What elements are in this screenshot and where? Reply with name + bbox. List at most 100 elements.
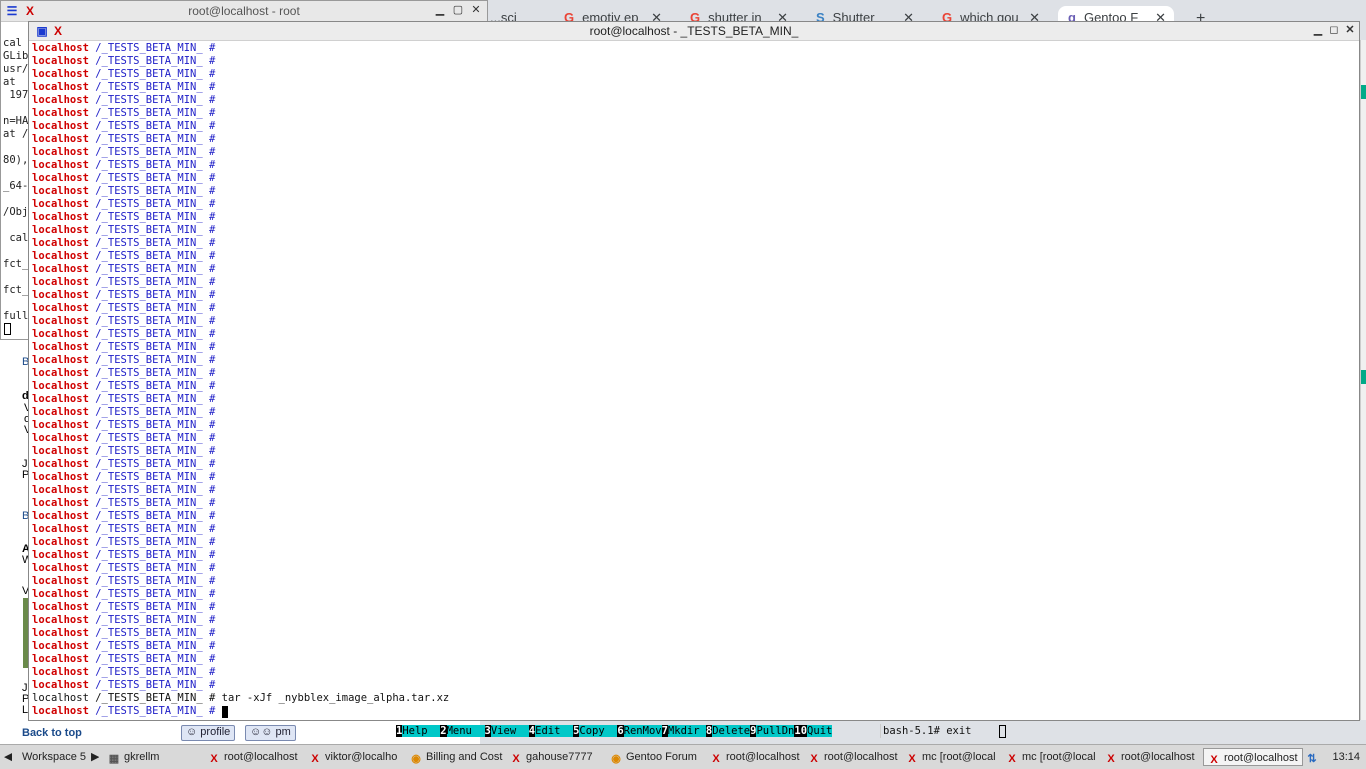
maximize-button[interactable]: ◻ [1327, 24, 1341, 37]
prompt-path: /_TESTS_BETA_MIN_ [88, 198, 210, 210]
clock[interactable]: 13:14 [1332, 748, 1360, 766]
prompt-line: localhost /_TESTS_BETA_MIN_ # [32, 250, 1353, 263]
maximize-button[interactable]: ▢ [451, 4, 465, 17]
terminal-output[interactable]: localhost /_TESTS_BETA_MIN_ # localhost … [32, 42, 1353, 720]
mc-key-view[interactable]: 3View [484, 725, 529, 737]
scroll-marker [1361, 85, 1366, 99]
prompt-symbol: # [209, 679, 222, 691]
prompt-symbol: # [209, 705, 222, 717]
minimize-button[interactable]: ▁ [1311, 24, 1325, 37]
prompt-host: localhost [32, 354, 89, 366]
window-title: root@localhost - root [188, 4, 300, 18]
mc-key-quit[interactable]: 10Quit [794, 725, 833, 737]
terminal-cursor [221, 706, 228, 718]
menu-icon[interactable]: ☰ [5, 4, 19, 18]
window-titlebar[interactable]: ▣ X root@localhost - _TESTS_BETA_MIN_ ▁ … [29, 22, 1359, 41]
prompt-path: /_TESTS_BETA_MIN_ [88, 172, 210, 184]
prompt-symbol: # [209, 328, 222, 340]
prompt-line: localhost /_TESTS_BETA_MIN_ # [32, 705, 1353, 718]
prompt-path: /_TESTS_BETA_MIN_ [88, 510, 210, 522]
mc-key-label: Menu [446, 725, 485, 737]
mc-key-help[interactable]: 1Help [396, 725, 441, 737]
prompt-host: localhost [32, 471, 89, 483]
prompt-symbol: # [209, 614, 222, 626]
taskbar-item[interactable]: Xroot@localhost [208, 748, 307, 766]
prompt-host: localhost [32, 510, 89, 522]
prompt-host: localhost [32, 380, 89, 392]
prompt-line: localhost /_TESTS_BETA_MIN_ # [32, 120, 1353, 133]
window-titlebar[interactable]: ☰ X root@localhost - root ▁ ▢ ✕ [1, 1, 487, 22]
back-to-top-link[interactable]: Back to top [22, 727, 82, 739]
prompt-path: /_TESTS_BETA_MIN_ [88, 458, 210, 470]
prompt-host: localhost [32, 237, 89, 249]
profile-button[interactable]: ☺ profile [181, 725, 236, 741]
mc-key-number: 10 [794, 725, 808, 737]
mc-key-label: Edit [535, 725, 574, 737]
workspace-label[interactable]: Workspace 5 [22, 748, 86, 766]
prompt-host: localhost [32, 549, 89, 561]
mc-key-number: 6 [617, 725, 624, 737]
taskbar-item-label: root@localhost [224, 751, 298, 763]
taskbar-item[interactable]: Xmc [root@local [1006, 748, 1103, 766]
xterm-window-main[interactable]: ▣ X root@localhost - _TESTS_BETA_MIN_ ▁ … [28, 21, 1360, 721]
network-icon[interactable]: ⇅ [1306, 748, 1322, 766]
mc-key-edit[interactable]: 4Edit [528, 725, 574, 737]
prompt-symbol: # [209, 367, 222, 379]
taskbar-item[interactable]: ◉ Billing and Cost [410, 748, 508, 766]
mc-key-label: Copy [579, 725, 618, 737]
prompt-line: localhost /_TESTS_BETA_MIN_ # [32, 107, 1353, 120]
taskbar-item[interactable]: Xroot@localhost [1203, 748, 1303, 766]
prompt-host: localhost [32, 588, 89, 600]
prompt-host: localhost [32, 653, 89, 665]
mc-key-mkdir[interactable]: 7Mkdir [661, 725, 706, 737]
close-button[interactable]: ✕ [1343, 24, 1357, 37]
prompt-line: localhost /_TESTS_BETA_MIN_ # [32, 679, 1353, 692]
prompt-symbol: # [209, 146, 222, 158]
taskbar-item[interactable]: ◉ Gentoo Forum [610, 748, 708, 766]
terminal-output: cal GLib usr/ at 197 n=HA at / 80), _64-… [3, 37, 29, 322]
taskbar-item[interactable]: Xviktor@localho [309, 748, 408, 766]
prompt-path: /_TESTS_BETA_MIN_ [88, 627, 210, 639]
prompt-path: /_TESTS_BETA_MIN_ [88, 653, 210, 665]
mc-key-renmov[interactable]: 6RenMov [617, 725, 662, 737]
prompt-host: localhost [32, 263, 89, 275]
prompt-symbol: # [209, 458, 222, 470]
mc-key-delete[interactable]: 8Delete [705, 725, 751, 737]
prompt-host: localhost [32, 458, 89, 470]
command-line: localhost /_TESTS_BETA_MIN_ # tar -xJf _… [32, 692, 450, 704]
workspace-prev-button[interactable]: ◀ [4, 748, 12, 766]
minimize-button[interactable]: ▁ [433, 4, 447, 17]
prompt-symbol: # [209, 133, 222, 145]
prompt-host: localhost [32, 393, 89, 405]
prompt-symbol: # [209, 341, 222, 353]
taskbar-item-label: Gentoo Forum [626, 751, 697, 763]
prompt-symbol: # [209, 185, 222, 197]
workspace-next-button[interactable]: ▶ [91, 748, 99, 766]
taskbar-item[interactable]: Xroot@localhost [1105, 748, 1201, 766]
browser-scrollbar[interactable] [1360, 40, 1366, 720]
mc-key-pulldn[interactable]: 9PullDn [750, 725, 795, 737]
prompt-line: localhost /_TESTS_BETA_MIN_ # [32, 588, 1353, 601]
close-button[interactable]: ✕ [469, 4, 483, 17]
prompt-host: localhost [32, 289, 89, 301]
taskbar-item[interactable]: Xmc [root@local [906, 748, 1004, 766]
taskbar-item[interactable]: Xgahouse7777 [510, 748, 608, 766]
prompt-symbol: # [209, 159, 222, 171]
bash-command-line[interactable]: bash-5.1# exit [880, 724, 1363, 738]
prompt-path: /_TESTS_BETA_MIN_ [88, 497, 210, 509]
prompt-symbol: # [209, 315, 222, 327]
xterm-icon: X [25, 4, 34, 18]
prompt-path: /_TESTS_BETA_MIN_ [88, 705, 210, 717]
prompt-path: /_TESTS_BETA_MIN_ [88, 419, 210, 431]
mc-key-label: RenMov [623, 725, 662, 737]
mc-key-menu[interactable]: 2Menu [440, 725, 485, 737]
prompt-path: /_TESTS_BETA_MIN_ [88, 536, 210, 548]
taskbar-item[interactable]: ▦ gkrellm [108, 748, 206, 766]
taskbar-item[interactable]: Xroot@localhost [710, 748, 806, 766]
taskbar-item[interactable]: Xroot@localhost [808, 748, 904, 766]
menu-icon[interactable]: ▣ [35, 24, 49, 38]
pm-button[interactable]: ☺☺ pm [245, 725, 296, 741]
app-icon: ▦ [108, 753, 120, 765]
prompt-symbol: # [209, 523, 222, 535]
mc-key-copy[interactable]: 5Copy [573, 725, 618, 737]
